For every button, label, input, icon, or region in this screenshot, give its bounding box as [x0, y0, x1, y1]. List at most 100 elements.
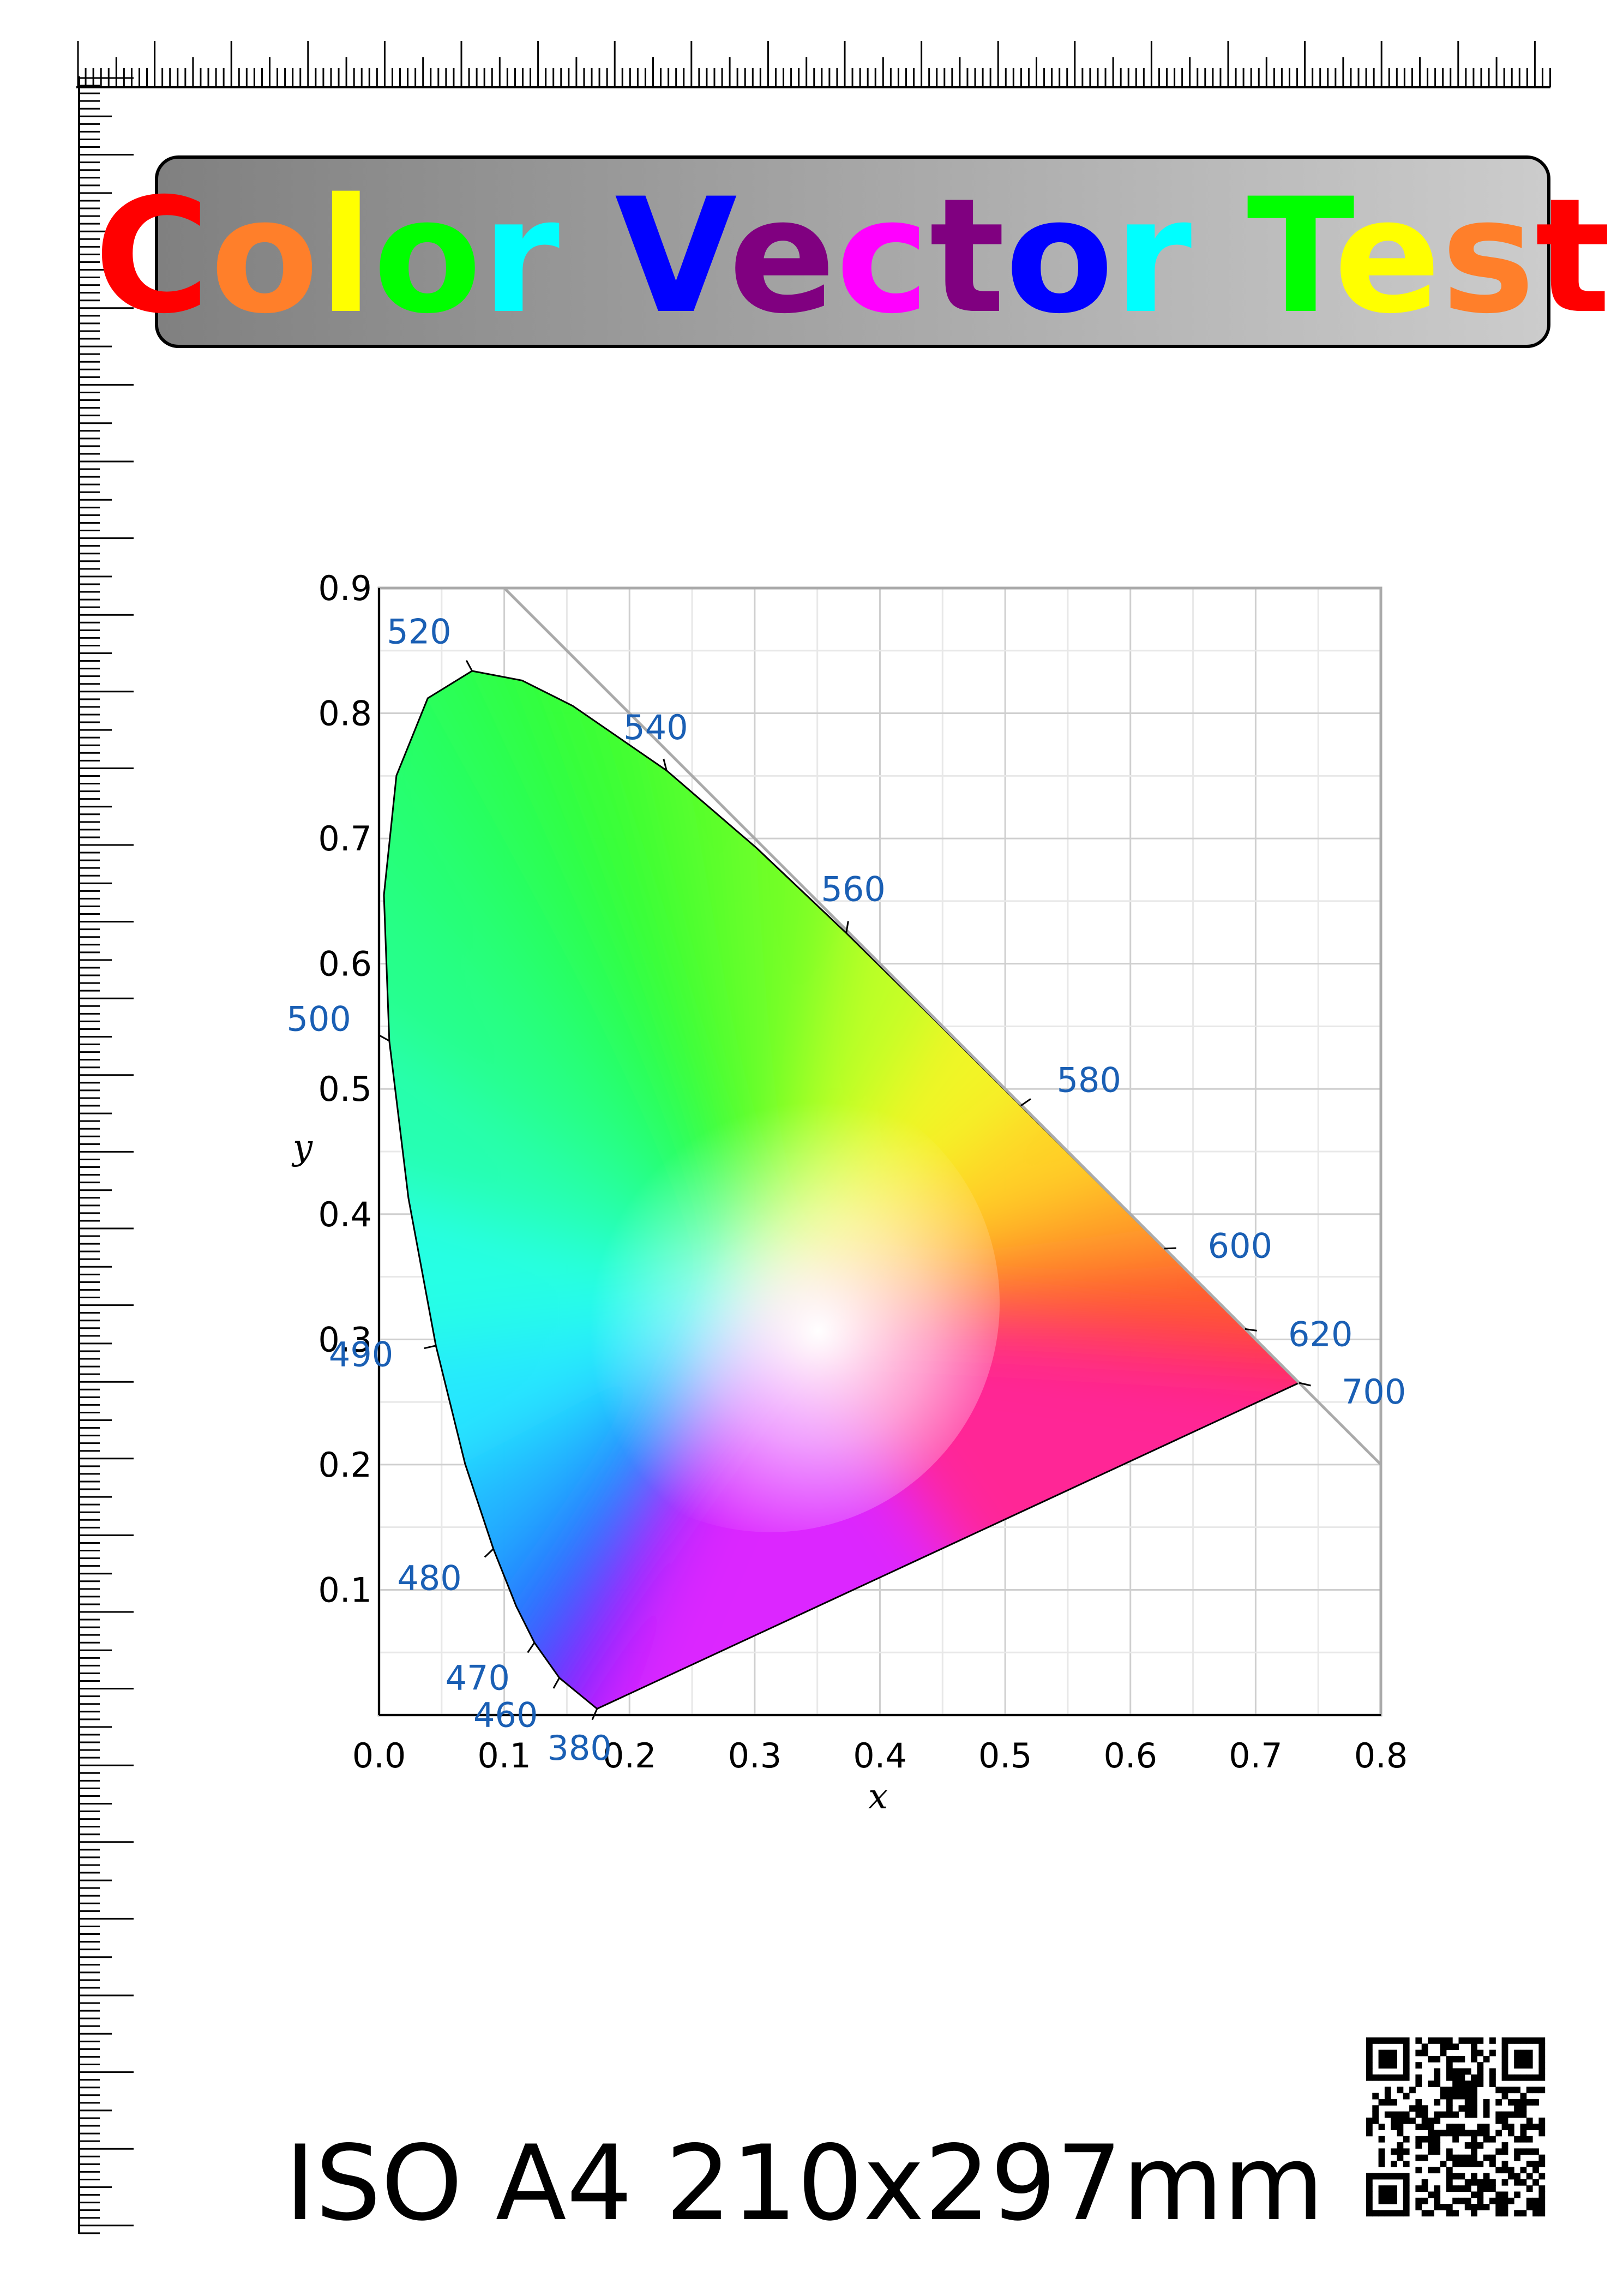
qr-module — [1514, 2055, 1520, 2063]
qr-module — [1434, 2130, 1441, 2137]
qr-module — [1421, 2210, 1428, 2217]
qr-module — [1514, 2136, 1520, 2143]
x-axis-title: x — [868, 1777, 888, 1817]
qr-module — [1501, 2074, 1508, 2081]
qr-module — [1366, 2185, 1373, 2192]
title-letter: r — [1114, 165, 1193, 349]
qr-module — [1415, 2142, 1422, 2149]
wavelength-label: 620 — [1288, 1315, 1352, 1354]
qr-module — [1397, 2124, 1404, 2130]
qr-module — [1403, 2062, 1410, 2069]
qr-module — [1403, 2197, 1410, 2204]
qr-module — [1366, 2117, 1373, 2124]
qr-module — [1434, 2081, 1441, 2087]
wavelength-label: 380 — [547, 1728, 611, 1768]
x-tick-label: 0.6 — [1103, 1736, 1157, 1776]
qr-module — [1520, 2136, 1527, 2143]
qr-module — [1452, 2055, 1459, 2063]
qr-module — [1501, 2111, 1508, 2118]
qr-module — [1446, 2204, 1453, 2210]
qr-module — [1538, 2043, 1546, 2051]
qr-module — [1391, 2191, 1397, 2198]
qr-module — [1471, 2173, 1477, 2180]
qr-module — [1378, 2055, 1385, 2063]
x-tick-label: 0.3 — [728, 1736, 782, 1776]
qr-module — [1378, 2197, 1385, 2204]
title-letter: t — [1535, 165, 1611, 349]
qr-module — [1538, 2087, 1546, 2094]
qr-module — [1446, 2099, 1453, 2106]
qr-module — [1538, 2130, 1546, 2137]
qr-module — [1501, 2204, 1508, 2210]
qr-module — [1501, 2167, 1508, 2174]
qr-module — [1507, 2099, 1514, 2106]
qr-module — [1471, 2093, 1477, 2100]
qr-module — [1366, 2179, 1373, 2186]
qr-module — [1489, 2081, 1496, 2087]
qr-module — [1415, 2124, 1422, 2130]
qr-module — [1421, 2154, 1428, 2161]
qr-module — [1532, 2197, 1539, 2204]
qr-module — [1391, 2161, 1397, 2167]
qr-module — [1520, 2210, 1527, 2217]
qr-module — [1366, 2062, 1373, 2069]
qr-module — [1409, 2105, 1416, 2112]
qr-module — [1483, 2099, 1490, 2106]
qr-module — [1526, 2124, 1533, 2130]
x-tick-label: 0.4 — [853, 1736, 907, 1776]
qr-module — [1452, 2124, 1459, 2130]
qr-module — [1434, 2111, 1441, 2118]
qr-module — [1366, 2049, 1373, 2057]
qr-module — [1378, 2173, 1385, 2180]
qr-module — [1458, 2130, 1465, 2137]
qr-module — [1471, 2049, 1477, 2057]
qr-module — [1514, 2074, 1520, 2081]
qr-module — [1397, 2130, 1404, 2137]
qr-module — [1446, 2062, 1453, 2069]
qr-module — [1471, 2161, 1477, 2167]
qr-module — [1415, 2099, 1422, 2106]
qr-module — [1415, 2037, 1422, 2044]
wavelength-label: 480 — [397, 1558, 461, 1598]
qr-module — [1507, 2130, 1514, 2137]
qr-module — [1421, 2185, 1428, 2192]
qr-module — [1434, 2037, 1441, 2044]
qr-module — [1446, 2148, 1453, 2155]
qr-module — [1483, 2204, 1490, 2210]
qr-module — [1520, 2062, 1527, 2069]
qr-module — [1477, 2037, 1484, 2044]
qr-module — [1446, 2093, 1453, 2100]
qr-module — [1378, 2074, 1385, 2081]
qr-module — [1514, 2087, 1520, 2094]
qr-module — [1452, 2154, 1459, 2161]
qr-module — [1514, 2210, 1520, 2217]
qr-module — [1384, 2062, 1391, 2069]
qr-module — [1520, 2148, 1527, 2155]
qr-module — [1489, 2161, 1496, 2167]
qr-module — [1378, 2062, 1385, 2069]
test-page: Color Vector Test 0.0 0.1 0.2 0.3 0.4 0.5 0.6 0… — [76, 41, 1611, 2244]
qr-module — [1446, 2154, 1453, 2161]
qr-module — [1384, 2055, 1391, 2063]
qr-module — [1366, 2074, 1373, 2081]
qr-module — [1452, 2197, 1459, 2204]
qr-module — [1446, 2124, 1453, 2130]
qr-module — [1434, 2185, 1441, 2192]
qr-module — [1428, 2191, 1434, 2198]
qr-module — [1378, 2037, 1385, 2044]
qr-module — [1483, 2179, 1490, 2186]
qr-module — [1514, 2111, 1520, 2118]
qr-module — [1384, 2185, 1391, 2192]
qr-module — [1538, 2191, 1546, 2198]
qr-module — [1483, 2105, 1490, 2112]
qr-module — [1452, 2185, 1459, 2192]
qr-module — [1366, 2130, 1373, 2137]
qr-module — [1538, 2161, 1546, 2167]
qr-module — [1464, 2099, 1471, 2106]
qr-module — [1532, 2099, 1539, 2106]
qr-module — [1372, 2117, 1379, 2124]
qr-module — [1520, 2093, 1527, 2100]
qr-module — [1520, 2099, 1527, 2106]
qr-module — [1532, 2179, 1539, 2186]
qr-module — [1440, 2130, 1447, 2137]
